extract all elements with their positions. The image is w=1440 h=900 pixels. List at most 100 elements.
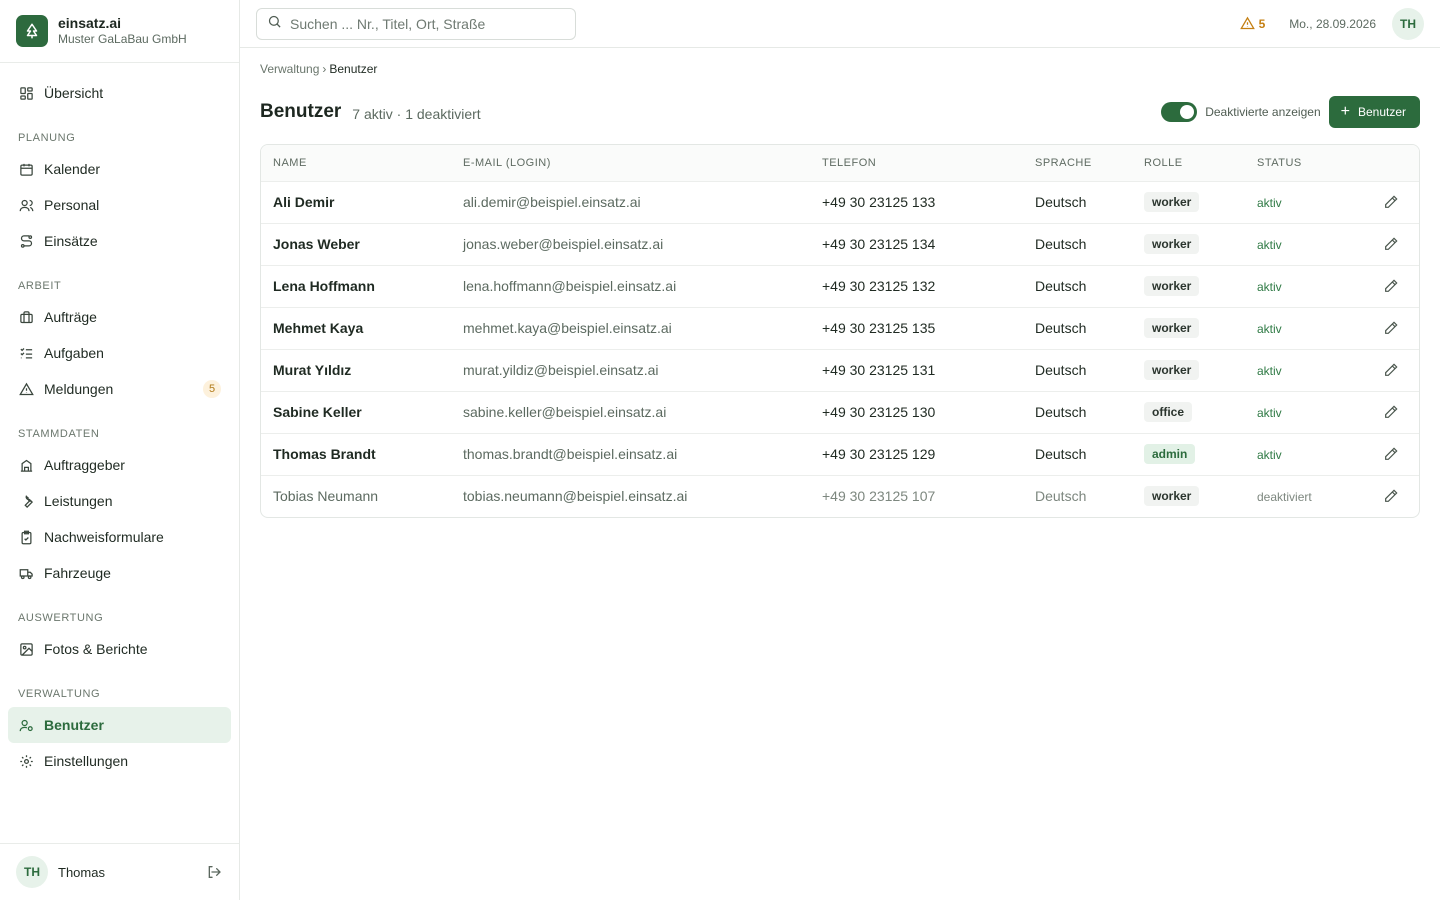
sidebar-user: TH Thomas — [0, 843, 239, 900]
sidebar-item-kalender[interactable]: Kalender — [8, 151, 231, 187]
table-row[interactable]: Jonas Weber jonas.weber@beispiel.einsatz… — [261, 222, 1419, 265]
column-header-phone[interactable]: TELEFON — [810, 145, 1023, 181]
column-header-language[interactable]: SPRACHE — [1023, 145, 1132, 181]
search-box[interactable] — [256, 7, 576, 40]
role-badge: worker — [1144, 234, 1200, 254]
sidebar-item-aufgaben[interactable]: Aufgaben — [8, 335, 231, 371]
avatar[interactable]: TH — [1392, 7, 1424, 40]
user-language-cell: Deutsch — [1023, 348, 1132, 391]
sidebar-item-label: Einsätze — [44, 233, 98, 249]
sidebar-item-label: Fahrzeuge — [44, 565, 111, 581]
table-row[interactable]: Murat Yıldız murat.yildiz@beispiel.einsa… — [261, 348, 1419, 391]
user-phone-cell: +49 30 23125 134 — [810, 222, 1023, 265]
breadcrumb-parent[interactable]: Verwaltung — [260, 62, 319, 76]
column-header-role[interactable]: ROLLE — [1132, 145, 1245, 181]
sidebar-item-label: Nachweisformulare — [44, 529, 164, 545]
main-content: Verwaltung › Benutzer Benutzer 7 aktiv ·… — [260, 48, 1420, 518]
meldungen-count-badge: 5 — [203, 380, 221, 398]
user-phone-cell: +49 30 23125 132 — [810, 264, 1023, 307]
sidebar-item-label: Auftraggeber — [44, 457, 125, 473]
column-header-status[interactable]: STATUS — [1245, 145, 1369, 181]
edit-pencil-icon[interactable] — [1381, 402, 1401, 422]
add-user-button[interactable]: + Benutzer — [1328, 96, 1420, 128]
user-key-icon — [18, 717, 34, 733]
sidebar-item-label: Kalender — [44, 161, 101, 177]
image-icon — [18, 641, 34, 657]
user-email-cell: mehmet.kaya@beispiel.einsatz.ai — [451, 306, 810, 349]
sidebar-item-personal[interactable]: Personal — [8, 187, 231, 223]
users-icon — [18, 197, 34, 213]
sidebar-item-einsaetze[interactable]: Einsätze — [8, 223, 231, 259]
wrench-icon — [18, 493, 34, 509]
user-phone-cell: +49 30 23125 107 — [810, 474, 1023, 517]
edit-pencil-icon[interactable] — [1381, 276, 1401, 296]
plus-icon: + — [1340, 103, 1350, 120]
sidebar-item-label: Übersicht — [44, 85, 104, 101]
user-phone-cell: +49 30 23125 135 — [810, 306, 1023, 349]
briefcase-icon — [18, 309, 34, 325]
table-row[interactable]: Ali Demir ali.demir@beispiel.einsatz.ai … — [261, 180, 1419, 223]
sidebar-item-fotos[interactable]: Fotos & Berichte — [8, 631, 231, 667]
status-badge: aktiv — [1257, 364, 1282, 378]
user-email-cell: lena.hoffmann@beispiel.einsatz.ai — [451, 264, 810, 307]
sidebar-item-label: Einstellungen — [44, 753, 129, 769]
role-badge: worker — [1144, 276, 1200, 296]
show-deactivated-toggle[interactable] — [1161, 102, 1198, 122]
brand-name: einsatz.ai — [58, 15, 122, 31]
nav-section-auswertung: AUSWERTUNG — [18, 612, 104, 624]
nav-section-planung: PLANUNG — [18, 132, 76, 144]
toggle-knob — [1180, 105, 1195, 119]
sidebar-item-einstellungen[interactable]: Einstellungen — [8, 743, 231, 779]
clipboard-check-icon — [18, 529, 34, 545]
warning-icon — [18, 381, 34, 397]
table-row[interactable]: Sabine Keller sabine.keller@beispiel.ein… — [261, 390, 1419, 433]
sidebar-item-overview[interactable]: Übersicht — [8, 75, 231, 111]
sidebar-item-label: Fotos & Berichte — [44, 641, 148, 657]
add-user-label: Benutzer — [1357, 105, 1406, 119]
user-language-cell: Deutsch — [1023, 432, 1132, 475]
edit-pencil-icon[interactable] — [1381, 318, 1401, 338]
column-header-email[interactable]: E-MAIL (LOGIN) — [451, 145, 810, 181]
user-name-cell: Sabine Keller — [261, 390, 451, 433]
users-table: NAME E-MAIL (LOGIN) TELEFON SPRACHE ROLL… — [260, 144, 1420, 518]
edit-pencil-icon[interactable] — [1381, 360, 1401, 380]
alerts-button[interactable]: 5 — [1239, 16, 1266, 31]
alerts-count: 5 — [1258, 16, 1266, 31]
role-badge: worker — [1144, 360, 1200, 380]
user-phone-cell: +49 30 23125 129 — [810, 432, 1023, 475]
edit-pencil-icon[interactable] — [1381, 444, 1401, 464]
sidebar-item-label: Leistungen — [44, 493, 113, 509]
page-header: Benutzer 7 aktiv · 1 deaktiviert Deaktiv… — [260, 96, 1420, 128]
table-row[interactable]: Thomas Brandt thomas.brandt@beispiel.ein… — [261, 432, 1419, 475]
sidebar-item-nachweisformulare[interactable]: Nachweisformulare — [8, 519, 231, 555]
route-icon — [18, 233, 34, 249]
logout-icon[interactable] — [205, 863, 223, 881]
sidebar-item-meldungen[interactable]: Meldungen 5 — [8, 371, 231, 407]
page-title: Benutzer — [260, 101, 342, 122]
user-email-cell: tobias.neumann@beispiel.einsatz.ai — [451, 474, 810, 517]
sidebar-item-label: Aufträge — [44, 309, 97, 325]
sidebar-item-auftraege[interactable]: Aufträge — [8, 299, 231, 335]
nav-section-verwaltung: VERWALTUNG — [18, 688, 101, 700]
status-badge: aktiv — [1257, 448, 1282, 462]
edit-pencil-icon[interactable] — [1381, 486, 1401, 506]
table-row[interactable]: Tobias Neumann tobias.neumann@beispiel.e… — [261, 474, 1419, 517]
table-row[interactable]: Mehmet Kaya mehmet.kaya@beispiel.einsatz… — [261, 306, 1419, 349]
toggle-label: Deaktivierte anzeigen — [1205, 105, 1321, 119]
sidebar-item-leistungen[interactable]: Leistungen — [8, 483, 231, 519]
status-badge: aktiv — [1257, 238, 1282, 252]
status-badge: aktiv — [1257, 322, 1282, 336]
sidebar-item-label: Meldungen — [44, 381, 114, 397]
sidebar-item-benutzer[interactable]: Benutzer — [8, 707, 231, 743]
brand[interactable]: einsatz.ai Muster GaLaBau GmbH — [0, 0, 239, 63]
user-name-cell: Thomas Brandt — [261, 432, 451, 475]
search-input[interactable] — [290, 15, 560, 32]
avatar[interactable]: TH — [16, 856, 48, 888]
column-header-name[interactable]: NAME — [261, 145, 451, 181]
edit-pencil-icon[interactable] — [1381, 234, 1401, 254]
sidebar-item-fahrzeuge[interactable]: Fahrzeuge — [8, 555, 231, 591]
sidebar-item-auftraggeber[interactable]: Auftraggeber — [8, 447, 231, 483]
table-row[interactable]: Lena Hoffmann lena.hoffmann@beispiel.ein… — [261, 264, 1419, 307]
sidebar-item-label: Personal — [44, 197, 100, 213]
edit-pencil-icon[interactable] — [1381, 192, 1401, 212]
